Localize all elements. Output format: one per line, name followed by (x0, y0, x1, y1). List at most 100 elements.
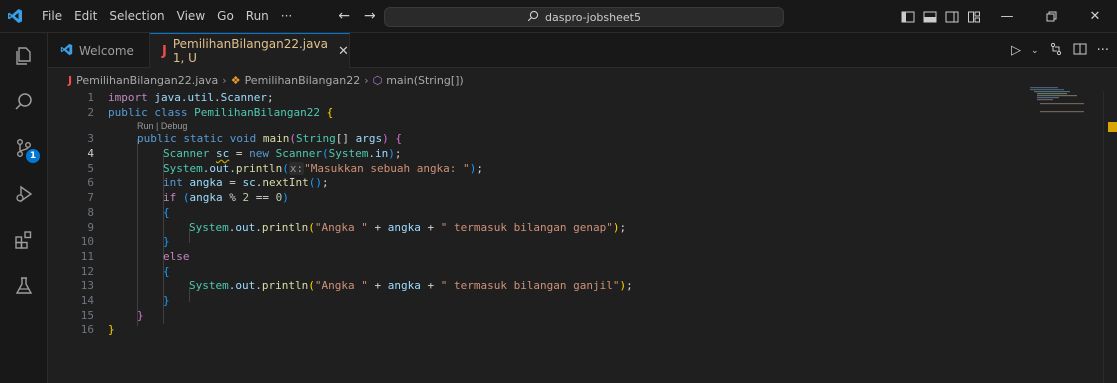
token: .out. (228, 279, 262, 293)
breadcrumb-file[interactable]: PemilihanBilangan22.java (76, 74, 218, 87)
code-line: 1 import java.util.Scanner; (48, 91, 1103, 106)
menu-selection[interactable]: Selection (103, 0, 170, 33)
more-actions-icon[interactable]: ··· (1097, 43, 1109, 58)
token: System (163, 161, 203, 175)
close-tab-icon[interactable]: ✕ (338, 44, 349, 59)
tab-welcome[interactable]: Welcome (48, 33, 150, 68)
token: "Masukkan sebuah angka: " (304, 161, 470, 175)
customize-layout-icon[interactable] (963, 0, 985, 33)
extensions-icon[interactable] (0, 217, 48, 263)
toggle-primary-sidebar-icon[interactable] (897, 0, 919, 33)
token: void (229, 132, 257, 146)
compare-changes-icon[interactable] (1049, 42, 1063, 60)
search-text: daspro-jobsheet5 (545, 10, 641, 24)
navigation-arrows: ← → (338, 8, 375, 24)
token: { (163, 264, 170, 278)
explorer-icon[interactable] (0, 33, 48, 79)
run-icon[interactable]: ▷ (1011, 43, 1021, 58)
token: ( (289, 132, 296, 146)
token: ) (612, 220, 620, 234)
editor-actions: ▷ ⌄ ··· (1011, 33, 1109, 68)
run-debug-icon[interactable] (0, 171, 48, 217)
token: { (163, 205, 170, 219)
code-line: 3 public static void main(String[] args)… (48, 132, 1103, 147)
editor-tab-bar: Welcome J PemilihanBilangan22.java 1, U … (48, 33, 1117, 68)
code-line: 6 int angka = sc.nextInt(); (48, 176, 1103, 191)
chevron-right-icon: › (364, 73, 369, 87)
token: System (328, 147, 369, 161)
inlay-hint: x: (288, 161, 305, 175)
line-number: 14 (80, 293, 94, 307)
token: static (183, 132, 224, 146)
vscode-logo-icon (60, 43, 73, 59)
token: ; (476, 161, 483, 175)
search-icon[interactable] (0, 79, 48, 125)
token: ) (388, 147, 395, 161)
token: new (249, 147, 269, 161)
token: " termasuk bilangan ganjil" (440, 279, 620, 293)
token: main (262, 132, 290, 146)
menu-view[interactable]: View (171, 0, 211, 33)
command-center-search[interactable]: daspro-jobsheet5 (384, 7, 784, 27)
vertical-scrollbar[interactable] (1103, 91, 1117, 383)
tab-label: PemilihanBilangan22.java 1, U (172, 37, 328, 65)
token: .in (368, 147, 389, 161)
token: public (137, 132, 177, 146)
token: ) (382, 132, 389, 146)
code-line: 9 System.out.println("Angka " + angka + … (48, 221, 1103, 236)
token: class (154, 105, 188, 119)
method-icon: ⬡ (372, 73, 383, 87)
scrollbar-warning-marker (1108, 122, 1117, 132)
token: int (163, 176, 183, 190)
code-editor[interactable]: 1 import java.util.Scanner; 2 public cla… (48, 91, 1103, 383)
line-number: 16 (80, 323, 94, 337)
token: angka (387, 220, 421, 234)
toggle-secondary-sidebar-icon[interactable] (941, 0, 963, 33)
chevron-down-icon[interactable]: ⌄ (1031, 46, 1039, 56)
line-number: 1 (87, 91, 94, 104)
minimap[interactable] (1030, 87, 1090, 117)
tab-pemilihanbilangan22-java[interactable]: J PemilihanBilangan22.java 1, U ✕ (150, 33, 350, 68)
menu-go[interactable]: Go (211, 0, 240, 33)
toggle-panel-icon[interactable] (919, 0, 941, 33)
breadcrumb-class[interactable]: PemilihanBilangan22 (245, 74, 361, 87)
token: } (108, 323, 115, 337)
token: + (420, 279, 441, 293)
codelens-run-debug[interactable]: Run | Debug (48, 120, 1103, 132)
line-number: 6 (87, 176, 94, 190)
token: + (420, 220, 441, 234)
token: [] (335, 132, 356, 146)
chevron-right-icon: › (222, 73, 227, 87)
token: = (222, 176, 243, 190)
code-line: 12 { (48, 265, 1103, 280)
token: System (189, 279, 229, 293)
minimize-icon[interactable]: — (985, 0, 1029, 33)
token: angka (189, 191, 223, 205)
token: Scanner (163, 147, 210, 161)
source-control-icon[interactable]: 1 (0, 125, 48, 171)
restore-icon[interactable] (1029, 0, 1073, 33)
token: .out. (228, 220, 262, 234)
breadcrumb-method[interactable]: main(String[]) (386, 74, 463, 87)
back-arrow-icon[interactable]: ← (338, 8, 350, 24)
line-number: 13 (80, 279, 94, 293)
testing-flask-icon[interactable] (0, 263, 48, 309)
token: println (261, 279, 309, 293)
token: } (137, 308, 144, 322)
token: ( (308, 220, 315, 234)
menu-more[interactable]: ··· (275, 0, 298, 33)
token: ( (321, 147, 329, 161)
code-line: 5 System.out.println(x:"Masukkan sebuah … (48, 161, 1103, 177)
split-editor-icon[interactable] (1073, 42, 1087, 60)
close-window-icon[interactable]: ✕ (1073, 0, 1117, 33)
forward-arrow-icon[interactable]: → (364, 8, 376, 24)
line-number: 8 (87, 205, 94, 219)
token: ; (626, 279, 633, 293)
menu-run[interactable]: Run (240, 0, 275, 33)
menu-edit[interactable]: Edit (68, 0, 103, 33)
token: % (222, 191, 243, 205)
token: import (108, 91, 148, 104)
title-bar: File Edit Selection View Go Run ··· ← → … (0, 0, 1117, 33)
menu-file[interactable]: File (36, 0, 68, 33)
token: ( (308, 279, 315, 293)
